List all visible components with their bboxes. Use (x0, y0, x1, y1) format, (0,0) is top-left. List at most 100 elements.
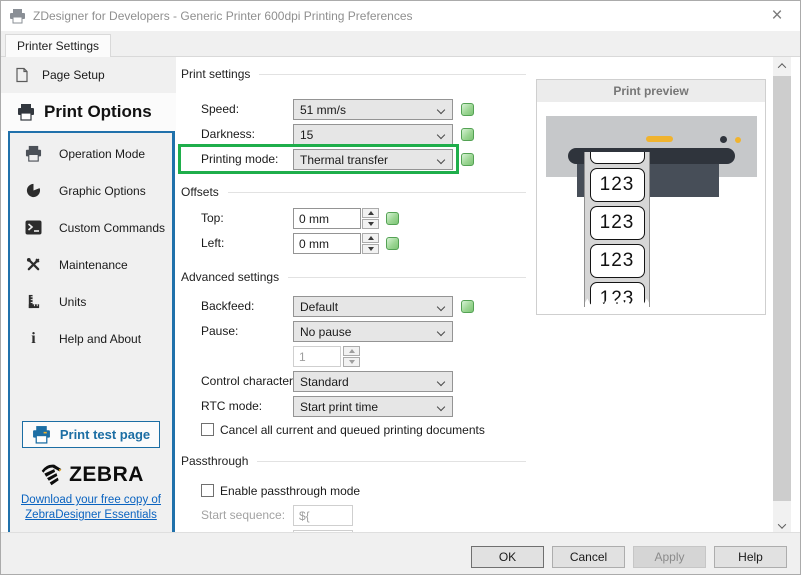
sidebar-nav-panel: Operation Mode Graphic Options Custom Co… (8, 131, 175, 534)
sidebar-item-page-setup[interactable]: Page Setup (1, 57, 176, 93)
zebra-head-icon (38, 462, 65, 487)
enable-passthrough-label: Enable passthrough mode (220, 484, 360, 498)
section-advanced-settings: Advanced settings (181, 270, 526, 284)
settings-content: Print settings Speed: 51 mm/s Darkness: … (176, 57, 536, 534)
vertical-scrollbar[interactable] (773, 57, 791, 534)
printer-led-dark (720, 136, 727, 143)
download-essentials-link[interactable]: Download your free copy of ZebraDesigner… (10, 493, 172, 523)
section-print-settings: Print settings (181, 67, 526, 81)
speed-label: Speed: (201, 99, 239, 120)
print-preview-canvas: 123 123 123 123 (537, 102, 765, 314)
info-icon: i (24, 330, 43, 348)
offset-top-row: Top: (176, 208, 536, 229)
sidebar: Page Setup Print Options Operation Mode (1, 57, 176, 534)
chevron-down-icon (437, 378, 445, 386)
offset-top-stepper (362, 208, 379, 229)
start-sequence-field[interactable] (293, 505, 353, 526)
enable-passthrough-checkbox[interactable] (201, 484, 214, 497)
label: 123 (590, 206, 645, 240)
darkness-row: Darkness: 15 (176, 124, 536, 145)
rtc-mode-label: RTC mode: (201, 396, 262, 417)
backfeed-dropdown[interactable]: Default (293, 296, 453, 317)
speed-driver-indicator (461, 103, 474, 116)
pause-count-field[interactable] (293, 346, 341, 367)
offset-top-label: Top: (201, 208, 224, 229)
zebra-brand-text: ZEBRA (69, 463, 144, 487)
stepper-up-icon[interactable] (362, 208, 379, 218)
speed-dropdown[interactable]: 51 mm/s (293, 99, 453, 120)
stepper-down-icon[interactable] (343, 357, 360, 367)
start-sequence-row: Start sequence: (176, 505, 536, 526)
sidebar-item-help-and-about[interactable]: i Help and About (10, 320, 172, 357)
chevron-down-icon (437, 106, 445, 114)
apply-button[interactable]: Apply (633, 546, 706, 568)
darkness-dropdown[interactable]: 15 (293, 124, 453, 145)
darkness-label: Darkness: (201, 124, 255, 145)
sidebar-item-label: Print Options (44, 102, 152, 122)
printer-illustration-yellow-bar (646, 136, 673, 142)
footer-button-bar: OK Cancel Apply Help (1, 532, 800, 574)
stepper-down-icon[interactable] (362, 244, 379, 254)
pause-count-stepper (343, 346, 360, 367)
sidebar-item-graphic-options[interactable]: Graphic Options (10, 172, 172, 209)
chevron-down-icon (437, 328, 445, 336)
offset-top-field[interactable] (293, 208, 361, 229)
print-preview-title: Print preview (537, 80, 765, 102)
offset-left-field[interactable] (293, 233, 361, 254)
label: 123 (590, 168, 645, 202)
darkness-driver-indicator (461, 128, 474, 141)
ruler-icon (24, 293, 43, 311)
window-title: ZDesigner for Developers - Generic Print… (33, 9, 413, 23)
stepper-up-icon[interactable] (362, 233, 379, 243)
tools-icon (24, 256, 43, 274)
printer-icon (24, 145, 43, 163)
label: 123 (590, 244, 645, 278)
scrollbar-thumb[interactable] (773, 76, 791, 501)
printer-icon (17, 103, 35, 121)
printing-mode-driver-indicator (461, 153, 474, 166)
ok-button[interactable]: OK (471, 546, 544, 568)
sidebar-item-maintenance[interactable]: Maintenance (10, 246, 172, 283)
label-strip: 123 123 123 123 (584, 152, 650, 307)
section-offsets: Offsets (181, 185, 526, 199)
stepper-down-icon[interactable] (362, 219, 379, 229)
sidebar-item-custom-commands[interactable]: Custom Commands (10, 209, 172, 246)
printer-icon (9, 9, 26, 24)
pause-row: Pause: No pause (176, 321, 536, 342)
control-characters-dropdown[interactable]: Standard (293, 371, 453, 392)
cancel-documents-label: Cancel all current and queued printing d… (220, 423, 485, 437)
print-test-page-button[interactable]: Print test page (22, 421, 160, 448)
enable-passthrough-row: Enable passthrough mode (201, 483, 360, 498)
cancel-documents-checkbox[interactable] (201, 423, 214, 436)
sidebar-item-operation-mode[interactable]: Operation Mode (10, 135, 172, 172)
zebra-logo: ZEBRA (10, 462, 172, 487)
pause-dropdown[interactable]: No pause (293, 321, 453, 342)
help-button[interactable]: Help (714, 546, 787, 568)
rtc-mode-dropdown[interactable]: Start print time (293, 396, 453, 417)
close-icon[interactable]: × (766, 5, 788, 27)
start-sequence-label: Start sequence: (201, 505, 285, 526)
pie-icon (24, 182, 43, 200)
printing-mode-dropdown[interactable]: Thermal transfer (293, 149, 453, 170)
pause-count-row (176, 346, 536, 367)
chevron-down-icon (437, 131, 445, 139)
backfeed-row: Backfeed: Default (176, 296, 536, 317)
sidebar-item-units[interactable]: Units (10, 283, 172, 320)
printing-mode-label: Printing mode: (201, 149, 278, 170)
offset-left-stepper (362, 233, 379, 254)
sidebar-item-label: Page Setup (42, 68, 105, 82)
speed-row: Speed: 51 mm/s (176, 99, 536, 120)
control-characters-label: Control characters: (201, 371, 302, 392)
tab-printer-settings[interactable]: Printer Settings (5, 34, 111, 57)
terminal-icon (24, 219, 43, 237)
page-icon (14, 67, 30, 83)
scroll-up-icon[interactable] (773, 57, 791, 74)
offset-top-driver-indicator (386, 212, 399, 225)
stepper-up-icon[interactable] (343, 346, 360, 356)
printer-led-yellow (735, 137, 741, 143)
label: 123 (590, 282, 645, 307)
chevron-down-icon (437, 303, 445, 311)
cancel-button[interactable]: Cancel (552, 546, 625, 568)
printing-mode-row: Printing mode: Thermal transfer (176, 149, 536, 170)
sidebar-item-print-options[interactable]: Print Options (1, 93, 176, 131)
